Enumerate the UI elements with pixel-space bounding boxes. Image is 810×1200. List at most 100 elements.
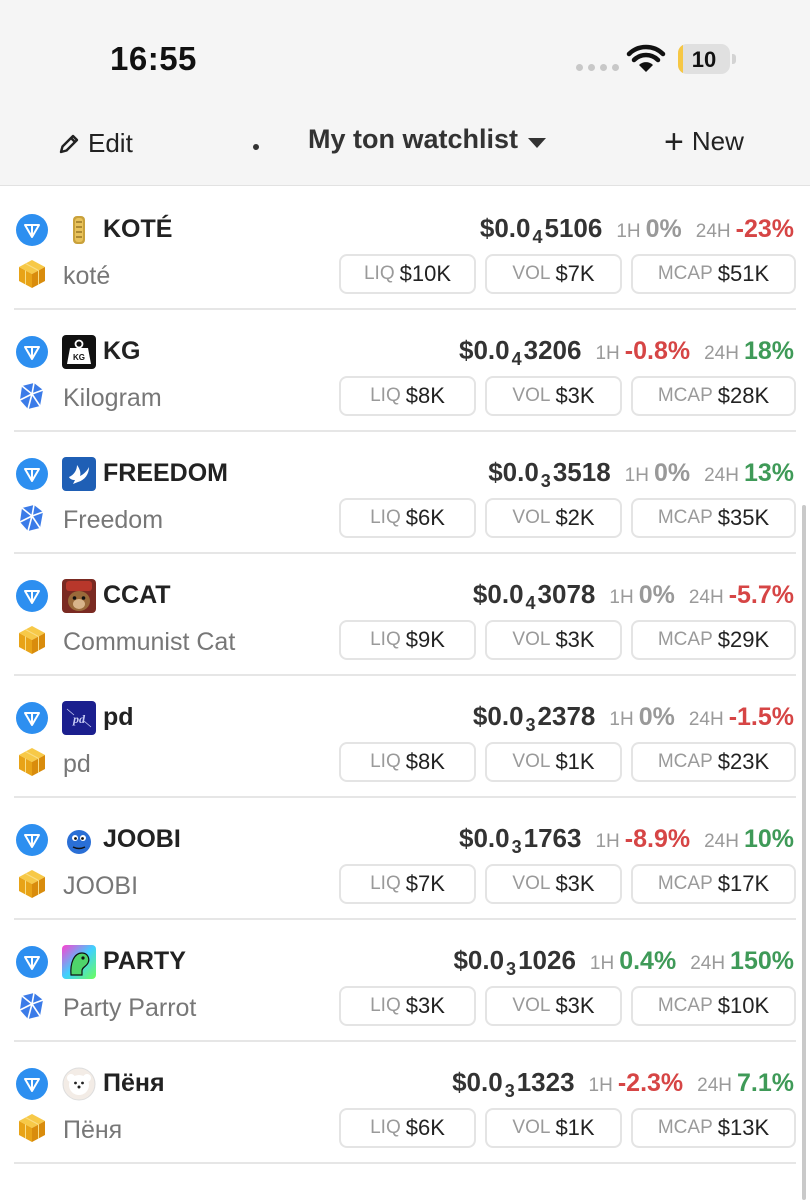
liquidity-pill: LIQ $7K — [339, 864, 476, 904]
cellular-signal-icon — [576, 64, 619, 71]
change-24h: 13% — [743, 459, 794, 487]
battery-tip — [732, 54, 736, 64]
dove-icon — [62, 457, 96, 491]
label-1h: 1H — [616, 221, 641, 242]
change-1h: -0.8% — [624, 337, 691, 365]
kg-weight-icon: KG — [62, 335, 96, 369]
volume-pill: VOL $1K — [485, 1108, 622, 1148]
ton-chain-icon — [16, 702, 48, 734]
cat-icon — [62, 579, 96, 613]
token-row-freedom[interactable]: FREEDOM Freedom $0.0 33518 1H 0% 24H 13% … — [14, 432, 796, 554]
token-row-koté[interactable]: KOTÉ koté $0.0 45106 1H 0% 24H -23% LIQ $1… — [14, 188, 796, 310]
label-1h: 1H — [609, 709, 634, 730]
top-bar: 16:55 10 Edit My ton watchlist + New — [0, 0, 810, 186]
cube-icon — [16, 868, 48, 900]
token-list: KOTÉ koté $0.0 45106 1H 0% 24H -23% LIQ $1… — [0, 188, 810, 1164]
token-name: Пёня — [63, 1116, 123, 1144]
ton-chain-icon — [16, 824, 48, 856]
token-name: koté — [63, 262, 111, 290]
metrics: LIQ $3K VOL $3K MCAP $10K — [339, 986, 796, 1026]
token-row-party[interactable]: PARTY Party Parrot $0.0 31026 1H 0.4% 24H… — [14, 920, 796, 1042]
market-cap-pill: MCAP $23K — [631, 742, 796, 782]
ton-chain-icon — [16, 580, 48, 612]
label-24h: 24H — [688, 709, 724, 730]
label-1h: 1H — [595, 343, 620, 364]
ton-chain-icon — [16, 214, 48, 246]
change-24h: -1.5% — [728, 703, 794, 731]
token-row-пёня[interactable]: Пёня Пёня $0.0 31323 1H -2.3% 24H 7.1% LI… — [14, 1042, 796, 1164]
metrics: LIQ $8K VOL $3K MCAP $28K — [339, 376, 796, 416]
metrics: LIQ $9K VOL $3K MCAP $29K — [339, 620, 796, 660]
token-name: Kilogram — [63, 384, 162, 412]
status-time: 16:55 — [110, 40, 197, 77]
metrics: LIQ $6K VOL $2K MCAP $35K — [339, 498, 796, 538]
token-price: $0.0 33518 — [488, 457, 611, 491]
label-1h: 1H — [588, 1075, 613, 1096]
metrics: LIQ $6K VOL $1K MCAP $13K — [339, 1108, 796, 1148]
token-symbol: CCAT — [103, 581, 171, 609]
wifi-icon — [626, 44, 666, 72]
label-1h: 1H — [595, 831, 620, 852]
watchlist-selector[interactable]: My ton watchlist — [308, 124, 547, 155]
token-price: $0.0 43078 — [472, 579, 596, 613]
price-stats: $0.0 33518 1H 0% 24H 13% — [488, 457, 794, 492]
token-symbol: FREEDOM — [103, 459, 228, 487]
change-1h: 0% — [638, 703, 675, 731]
volume-pill: VOL $2K — [485, 498, 622, 538]
label-24h: 24H — [688, 587, 724, 608]
ton-chain-icon — [16, 1068, 48, 1100]
price-stats: $0.0 45106 1H 0% 24H -23% — [480, 213, 794, 248]
market-cap-pill: MCAP $17K — [631, 864, 796, 904]
pencil-icon — [59, 134, 79, 153]
volume-pill: VOL $3K — [485, 376, 622, 416]
ton-chain-icon — [16, 336, 48, 368]
market-cap-pill: MCAP $35K — [631, 498, 796, 538]
caret-down-icon — [528, 137, 547, 148]
cube-icon — [16, 746, 48, 778]
change-24h: 18% — [743, 337, 794, 365]
label-1h: 1H — [589, 953, 615, 974]
market-cap-pill: MCAP $51K — [631, 254, 796, 294]
label-24h: 24H — [697, 1075, 733, 1096]
label-24h: 24H — [690, 953, 726, 974]
svg-text:KG: KG — [73, 353, 85, 362]
volume-pill: VOL $7K — [485, 254, 622, 294]
change-1h: -2.3% — [617, 1069, 684, 1097]
liquidity-pill: LIQ $9K — [339, 620, 476, 660]
change-24h: 150% — [730, 947, 794, 975]
watchlist-title: My ton watchlist — [308, 124, 519, 154]
token-name: Communist Cat — [63, 628, 236, 656]
label-24h: 24H — [695, 221, 731, 242]
token-price: $0.0 31323 — [452, 1067, 575, 1101]
battery-icon: 10 — [678, 44, 730, 74]
separator-dot — [253, 144, 259, 150]
market-cap-pill: MCAP $13K — [631, 1108, 796, 1148]
token-row-joobi[interactable]: JOOBI JOOBI $0.0 31763 1H -8.9% 24H 10% L… — [14, 798, 796, 920]
token-symbol: KG — [103, 337, 141, 365]
label-1h: 1H — [609, 587, 634, 608]
stonfi-icon — [16, 990, 48, 1022]
token-row-ccat[interactable]: CCAT Communist Cat $0.0 43078 1H 0% 24H -… — [14, 554, 796, 676]
volume-pill: VOL $3K — [485, 986, 622, 1026]
token-price: $0.0 31026 — [453, 945, 576, 979]
label-24h: 24H — [704, 343, 739, 364]
token-symbol: KOTÉ — [103, 215, 173, 243]
new-watchlist-button[interactable]: + New — [664, 125, 744, 159]
edit-button[interactable]: Edit — [58, 128, 133, 159]
svg-text:pd: pd — [72, 712, 86, 726]
edit-label: Edit — [88, 128, 133, 158]
liquidity-pill: LIQ $6K — [339, 498, 476, 538]
ton-chain-icon — [16, 458, 48, 490]
token-row-pd[interactable]: pd pd pd $0.0 32378 1H 0% 24H -1.5% LIQ $8… — [14, 676, 796, 798]
token-name: Party Parrot — [63, 994, 197, 1022]
pd-icon: pd — [62, 701, 96, 735]
price-stats: $0.0 31323 1H -2.3% 24H 7.1% — [452, 1067, 794, 1102]
liquidity-pill: LIQ $8K — [339, 742, 476, 782]
stonfi-icon — [16, 380, 48, 412]
token-name: JOOBI — [63, 872, 139, 900]
scrollbar[interactable] — [802, 505, 806, 1200]
market-cap-pill: MCAP $10K — [631, 986, 796, 1026]
label-24h: 24H — [704, 465, 739, 486]
token-row-kg[interactable]: KG KG Kilogram $0.0 43206 1H -0.8% 24H 18… — [14, 310, 796, 432]
price-stats: $0.0 31763 1H -8.9% 24H 10% — [459, 823, 794, 858]
